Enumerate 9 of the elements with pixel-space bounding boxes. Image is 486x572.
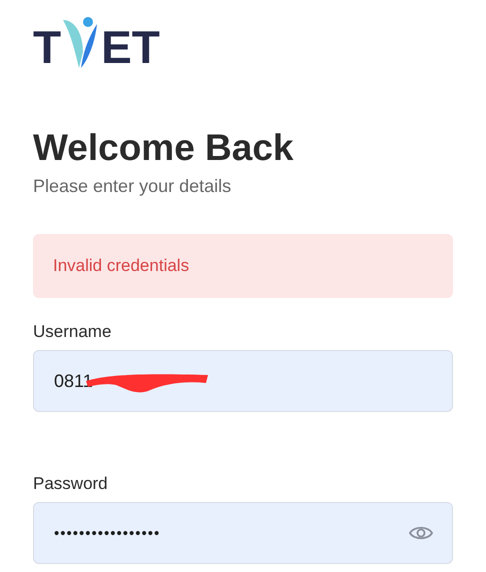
welcome-heading: Welcome Back bbox=[33, 126, 294, 170]
field-label: Username bbox=[33, 322, 112, 342]
logo-text: T bbox=[33, 24, 62, 70]
logo-text: ET bbox=[101, 24, 160, 70]
masked-password: ••••••••••••••••• bbox=[54, 524, 162, 542]
alert-message: Invalid credentials bbox=[53, 256, 190, 276]
field-label: Password bbox=[33, 474, 109, 494]
password-field[interactable]: ••••••••••••••••• bbox=[33, 502, 453, 564]
subheading: Please enter your details bbox=[33, 176, 232, 197]
